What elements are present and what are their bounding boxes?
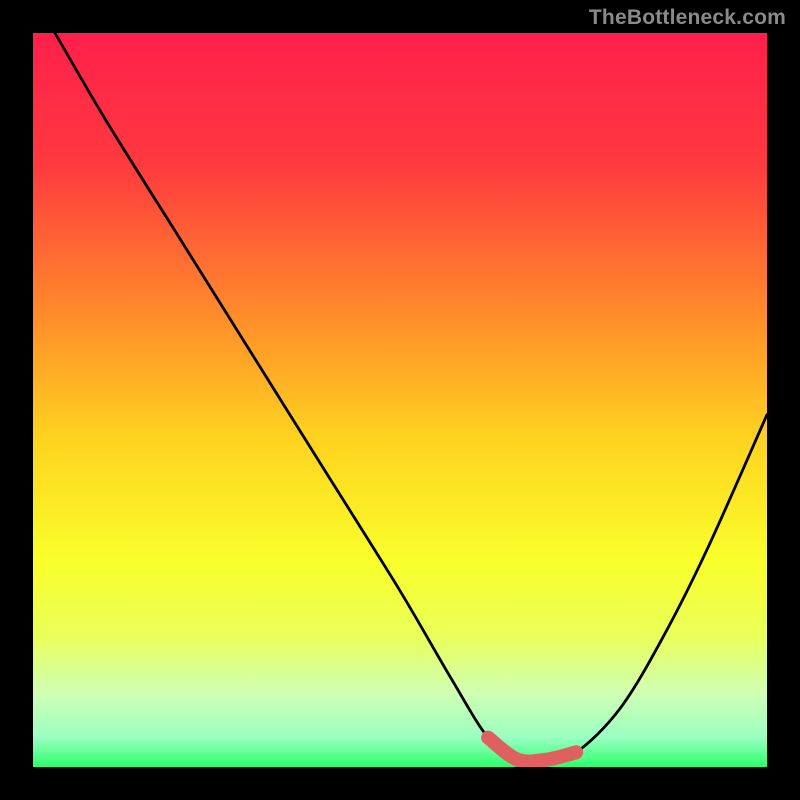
chart-frame: TheBottleneck.com xyxy=(0,0,800,800)
watermark-text: TheBottleneck.com xyxy=(589,6,786,30)
highlight-segment xyxy=(488,738,576,762)
curve-line xyxy=(55,33,767,762)
plot-area xyxy=(33,33,767,767)
bottleneck-curve xyxy=(33,33,767,767)
